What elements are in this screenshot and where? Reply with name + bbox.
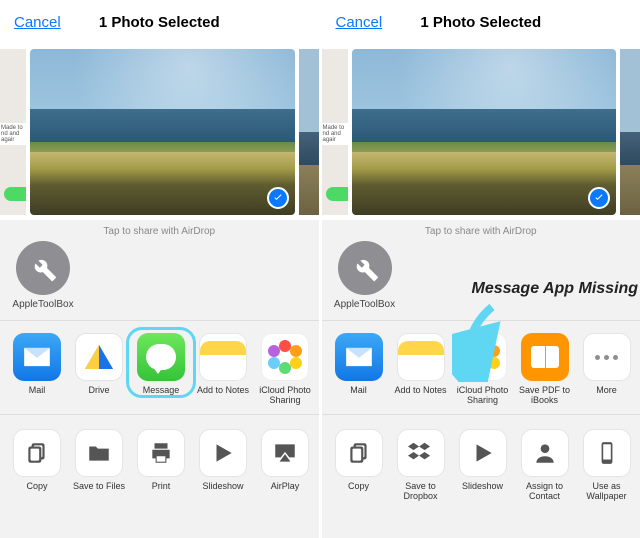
- airdrop-contact[interactable]: AppleToolBox: [8, 241, 78, 310]
- copy-icon: [13, 429, 61, 477]
- folder-icon: [75, 429, 123, 477]
- mail-icon: [335, 333, 383, 381]
- airdrop-section: Tap to share with AirDrop AppleToolBox: [0, 220, 319, 321]
- message-icon: [137, 333, 185, 381]
- share-icloud[interactable]: iCloud Photo Sharing: [452, 333, 514, 406]
- airdrop-hint: Tap to share with AirDrop: [322, 226, 640, 237]
- annotation-text: Message App Missing: [472, 280, 639, 298]
- thumbnail-next[interactable]: [299, 49, 319, 215]
- label: Mail: [29, 386, 46, 396]
- action-copy[interactable]: Copy: [328, 429, 390, 502]
- ibooks-icon: [521, 333, 569, 381]
- share-icloud[interactable]: iCloud Photo Sharing: [254, 333, 316, 406]
- action-wallpaper[interactable]: Use as Wallpaper: [576, 429, 638, 502]
- airdrop-section: Tap to share with AirDrop AppleToolBox: [322, 220, 640, 321]
- play-icon: [459, 429, 507, 477]
- label: Print: [152, 482, 171, 492]
- thumbnail-prev[interactable]: Made tond andagair: [0, 49, 26, 215]
- label: Save to Dropbox: [391, 482, 451, 502]
- selected-photo[interactable]: [352, 49, 617, 215]
- app-row[interactable]: Mail Drive Message Add to Notes: [0, 321, 319, 415]
- label: Use as Wallpaper: [577, 482, 637, 502]
- share-notes[interactable]: Add to Notes: [192, 333, 254, 406]
- share-more[interactable]: More: [576, 333, 638, 406]
- label: Copy: [348, 482, 369, 492]
- dropbox-icon: [397, 429, 445, 477]
- play-icon: [199, 429, 247, 477]
- share-sheet-right: Cancel 1 Photo Selected Made tond andaga…: [319, 0, 640, 538]
- photo-carousel[interactable]: Made tond andagair: [0, 44, 319, 220]
- share-sheet-left: Cancel 1 Photo Selected Made tond andaga…: [0, 0, 319, 538]
- airdrop-contact-label: AppleToolBox: [8, 299, 78, 310]
- photos-icon: [261, 333, 309, 381]
- share-mail[interactable]: Mail: [6, 333, 68, 406]
- label: iCloud Photo Sharing: [255, 386, 315, 406]
- action-savefiles[interactable]: Save to Files: [68, 429, 130, 492]
- thumbnail-prev[interactable]: Made tond andagair: [322, 49, 348, 215]
- mail-icon: [13, 333, 61, 381]
- cancel-button[interactable]: Cancel: [14, 14, 61, 31]
- label: More: [596, 386, 617, 396]
- app-row[interactable]: Mail Add to Notes iCloud Photo Sharing S…: [322, 321, 640, 415]
- action-slideshow[interactable]: Slideshow: [192, 429, 254, 492]
- airdrop-hint: Tap to share with AirDrop: [0, 226, 319, 237]
- share-drive[interactable]: Drive: [68, 333, 130, 406]
- label: Message: [143, 386, 180, 396]
- airdrop-contact[interactable]: AppleToolBox: [330, 241, 400, 310]
- checkmark-icon: [267, 187, 289, 209]
- action-slideshow[interactable]: Slideshow: [452, 429, 514, 502]
- label: Add to Notes: [394, 386, 446, 396]
- label: AirPlay: [271, 482, 300, 492]
- cancel-button[interactable]: Cancel: [336, 14, 383, 31]
- action-assign[interactable]: Assign to Contact: [514, 429, 576, 502]
- copy-icon: [335, 429, 383, 477]
- label: Add to Notes: [197, 386, 249, 396]
- label: iCloud Photo Sharing: [453, 386, 513, 406]
- wrench-icon: [338, 241, 392, 295]
- phone-icon: [583, 429, 631, 477]
- selected-photo[interactable]: [30, 49, 295, 215]
- action-print[interactable]: Print: [130, 429, 192, 492]
- action-dropbox[interactable]: Save to Dropbox: [390, 429, 452, 502]
- share-notes[interactable]: Add to Notes: [390, 333, 452, 406]
- more-icon: [583, 333, 631, 381]
- label: Mail: [350, 386, 367, 396]
- label: Drive: [88, 386, 109, 396]
- share-message[interactable]: Message: [130, 333, 192, 406]
- header: Cancel 1 Photo Selected: [0, 0, 319, 44]
- notes-icon: [199, 333, 247, 381]
- label: Save PDF to iBooks: [515, 386, 575, 406]
- label: Slideshow: [462, 482, 503, 492]
- share-ibooks[interactable]: Save PDF to iBooks: [514, 333, 576, 406]
- action-copy[interactable]: Copy: [6, 429, 68, 492]
- airdrop-contact-label: AppleToolBox: [330, 299, 400, 310]
- action-row[interactable]: Copy Save to Dropbox Slideshow Assign to…: [322, 415, 640, 516]
- label: Save to Files: [73, 482, 125, 492]
- print-icon: [137, 429, 185, 477]
- thumbnail-next[interactable]: [620, 49, 640, 215]
- notes-icon: [397, 333, 445, 381]
- action-airplay[interactable]: AirPlay: [254, 429, 316, 492]
- label: Copy: [26, 482, 47, 492]
- airplay-icon: [261, 429, 309, 477]
- checkmark-icon: [588, 187, 610, 209]
- label: Slideshow: [202, 482, 243, 492]
- label: Assign to Contact: [515, 482, 575, 502]
- wrench-icon: [16, 241, 70, 295]
- drive-icon: [75, 333, 123, 381]
- photo-carousel[interactable]: Made tond andagair: [322, 44, 640, 220]
- action-row[interactable]: Copy Save to Files Print Slideshow: [0, 415, 319, 506]
- photos-icon: [459, 333, 507, 381]
- share-mail[interactable]: Mail: [328, 333, 390, 406]
- contact-icon: [521, 429, 569, 477]
- header: Cancel 1 Photo Selected: [322, 0, 640, 44]
